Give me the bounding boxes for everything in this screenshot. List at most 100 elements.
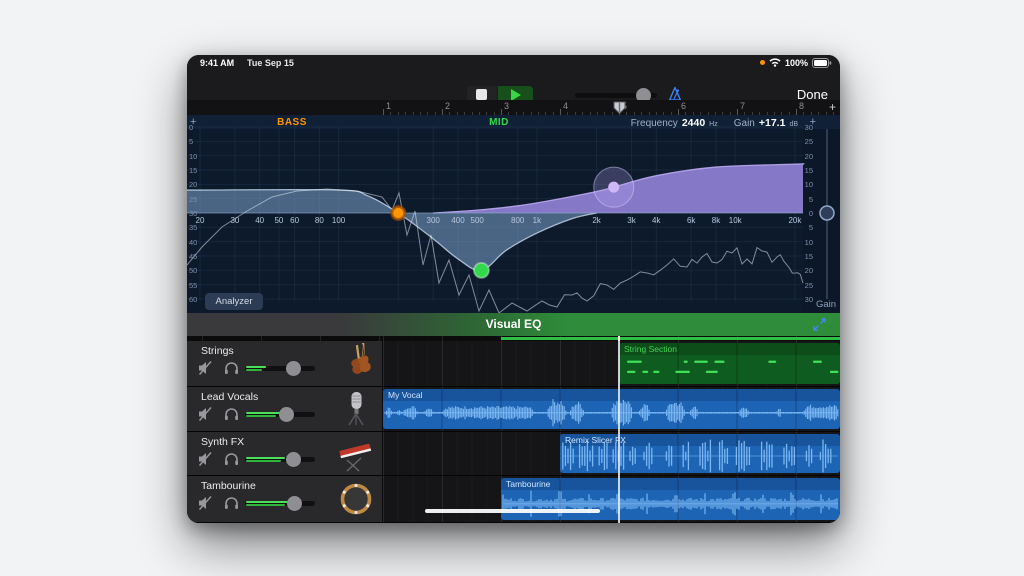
track-volume-knob[interactable] [287, 496, 302, 511]
gain-unit: dB [789, 121, 798, 128]
add-section-button[interactable]: + [829, 100, 836, 114]
battery-icon [812, 58, 832, 68]
eq-left-scale-label: 10 [189, 152, 197, 161]
frequency-value[interactable]: 2440 [682, 117, 705, 129]
eq-freq-tick-label: 20 [187, 216, 213, 225]
ruler-bar-number: 2 [445, 101, 450, 111]
eq-gain-slider-knob[interactable] [820, 206, 834, 220]
battery-percent: 100% [785, 58, 808, 68]
eq-right-scale-label: 0 [809, 209, 813, 218]
region-midi[interactable]: String Section [619, 343, 840, 384]
overview-region-bar [501, 337, 840, 340]
eq-right-scale-label: 30 [805, 123, 813, 132]
track-row: Remix Slicer FX Synth FX [187, 432, 840, 476]
screenshot-stage: 9:41 AM Tue Sep 15 100% [0, 0, 1024, 576]
eq-right-scale-label: 5 [809, 195, 813, 204]
track-meter-left [246, 412, 280, 414]
eq-freq-tick-label: 60 [282, 216, 308, 225]
eq-freq-tick-label: 6k [678, 216, 704, 225]
region-waveform [501, 478, 840, 520]
notch-band-node[interactable] [474, 263, 489, 278]
track-row: Tambourine Tambourine [187, 476, 840, 523]
bass-band-node[interactable] [392, 207, 405, 220]
track-header[interactable]: Strings [187, 341, 383, 386]
track-meter-left [246, 457, 285, 459]
region-label: Remix Slicer FX [565, 435, 626, 445]
eq-graph[interactable] [187, 115, 840, 313]
eq-left-scale-label: 40 [189, 238, 197, 247]
track-row: My Vocal Lead Vocals [187, 387, 840, 432]
mute-icon[interactable] [197, 495, 214, 516]
stop-icon [476, 89, 487, 100]
home-indicator[interactable] [425, 509, 600, 513]
track-lane[interactable]: String Section [383, 341, 840, 386]
eq-freq-tick-label: 1k [524, 216, 550, 225]
eq-freq-tick-label: 10k [722, 216, 748, 225]
track-meter-left [246, 501, 289, 503]
playhead-line[interactable] [618, 341, 620, 523]
headphones-icon[interactable] [223, 495, 240, 516]
track-volume-knob[interactable] [286, 452, 301, 467]
eq-left-scale-label: 50 [189, 266, 197, 275]
eq-freq-tick-label: 2k [584, 216, 610, 225]
expand-icon[interactable] [811, 316, 828, 333]
region-audio[interactable]: My Vocal [383, 389, 840, 429]
eq-left-scale-label: 5 [189, 137, 193, 146]
track-meter-right [246, 460, 281, 462]
eq-left-scale-label: 55 [189, 281, 197, 290]
eq-freq-tick-label: 100 [326, 216, 352, 225]
gain-value[interactable]: +17.1 [759, 117, 786, 129]
region-audio[interactable]: Tambourine [501, 478, 840, 520]
tracks-area: String Section Strings My Vocal Lead Vocal… [187, 341, 840, 523]
eq-freq-tick-label: 500 [464, 216, 490, 225]
mute-icon[interactable] [197, 406, 214, 427]
headphones-icon[interactable] [223, 451, 240, 472]
playhead-marker[interactable] [613, 101, 626, 114]
eq-right-scale-label: 25 [805, 137, 813, 146]
track-lane[interactable]: Tambourine [383, 476, 840, 522]
eq-right-scale-label: 5 [809, 223, 813, 232]
eq-freq-tick-label: 20k [782, 216, 808, 225]
track-lane[interactable]: Remix Slicer FX [383, 432, 840, 475]
plugin-title-bar[interactable]: Visual EQ [187, 313, 840, 336]
track-header[interactable]: Lead Vocals [187, 387, 383, 431]
ruler-bar-number: 7 [740, 101, 745, 111]
plugin-title: Visual EQ [187, 317, 840, 331]
track-header[interactable]: Synth FX [187, 432, 383, 475]
region-audio[interactable]: Remix Slicer FX [560, 434, 840, 473]
track-header[interactable]: Tambourine [187, 476, 383, 522]
track-name: Tambourine [201, 480, 256, 492]
track-volume-knob[interactable] [286, 361, 301, 376]
ruler-bar-number: 8 [799, 101, 804, 111]
band-label-mid[interactable]: MID [477, 117, 521, 128]
mute-icon[interactable] [197, 360, 214, 381]
garageband-app-window: 9:41 AM Tue Sep 15 100% [187, 55, 840, 523]
track-name: Lead Vocals [201, 391, 258, 403]
track-volume-knob[interactable] [279, 407, 294, 422]
region-label: String Section [624, 344, 677, 354]
orange-indicator-dot [760, 60, 765, 65]
headphones-icon[interactable] [223, 360, 240, 381]
timeline-ruler[interactable]: 12345678 + [187, 100, 840, 116]
eq-right-scale-label: 15 [805, 252, 813, 261]
band-label-bass[interactable]: BASS [270, 117, 314, 128]
region-label: My Vocal [388, 390, 423, 400]
frequency-label: Frequency [631, 118, 678, 129]
mid-band-node-selected[interactable] [608, 182, 619, 193]
analyzer-button[interactable]: Analyzer [205, 293, 263, 310]
headphones-icon[interactable] [223, 406, 240, 427]
region-waveform [383, 389, 840, 429]
eq-right-scale-label: 10 [805, 180, 813, 189]
track-meter-right [246, 369, 262, 371]
track-row: String Section Strings [187, 341, 840, 387]
eq-left-scale-label: 60 [189, 295, 197, 304]
visual-eq-panel: + BASS MID Frequency 2440 Hz Gain +17.1 … [187, 115, 840, 313]
track-lane[interactable]: My Vocal [383, 387, 840, 431]
track-meter-right [246, 415, 276, 417]
track-meter-left [246, 366, 266, 368]
status-date: Tue Sep 15 [247, 58, 294, 68]
eq-left-scale-label: 0 [189, 123, 193, 132]
mute-icon[interactable] [197, 451, 214, 472]
synth-icon [335, 434, 377, 481]
eq-freq-tick-label: 30 [222, 216, 248, 225]
